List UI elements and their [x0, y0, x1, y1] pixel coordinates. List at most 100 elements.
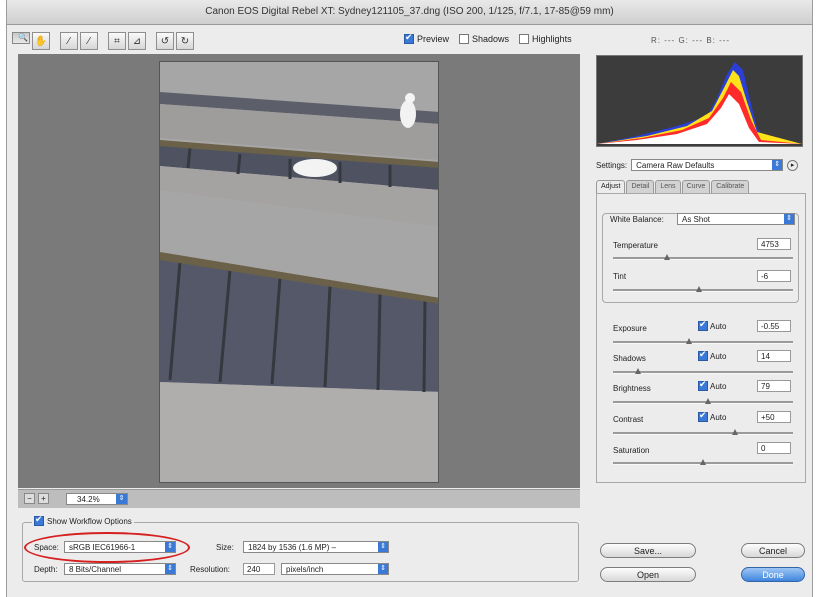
size-value: 1824 by 1536 (1.6 MP) – [248, 543, 337, 552]
exposure-label: Exposure [613, 324, 647, 333]
settings-menu-button[interactable]: ▸ [787, 159, 799, 171]
size-select[interactable]: 1824 by 1536 (1.6 MP) – ⇕ [243, 541, 389, 553]
temperature-field[interactable]: 4753 [757, 238, 791, 250]
show-workflow-label: Show Workflow Options [47, 516, 132, 526]
shadows-slider-thumb[interactable] [635, 368, 642, 374]
zoom-value: 34.2% [77, 495, 100, 504]
preview-label: Preview [417, 34, 450, 44]
show-workflow-checkbox[interactable]: Show Workflow Options [32, 514, 134, 526]
done-button[interactable]: Done [741, 567, 805, 582]
white-balance-icon: ⁄ [68, 35, 70, 47]
settings-row: Settings: Camera Raw Defaults ⇕ ▸ [596, 158, 806, 172]
shadows-checkbox[interactable]: Shadows [459, 34, 509, 44]
tab-curve[interactable]: Curve [681, 180, 711, 193]
tint-slider-track[interactable] [613, 289, 793, 292]
depth-label: Depth: [34, 565, 58, 574]
exposure-auto-checkbox[interactable]: Auto [698, 319, 726, 331]
tint-label: Tint [613, 272, 627, 281]
settings-select[interactable]: Camera Raw Defaults ⇕ [631, 159, 784, 171]
contrast-slider-thumb[interactable] [732, 429, 739, 435]
rotate-left-icon: ↺ [160, 35, 170, 47]
size-label: Size: [216, 543, 234, 552]
contrast-auto-box[interactable] [698, 410, 708, 422]
brightness-auto-label: Auto [710, 381, 727, 391]
highlights-check-box[interactable] [519, 34, 530, 44]
brightness-auto-checkbox[interactable]: Auto [698, 379, 727, 391]
contrast-auto-checkbox[interactable]: Auto [698, 410, 726, 422]
saturation-field[interactable]: 0 [757, 442, 791, 454]
preview-photo[interactable] [159, 61, 439, 483]
brightness-field[interactable]: 79 [757, 380, 791, 392]
brightness-label: Brightness [613, 384, 651, 393]
chevron-down-icon: ⇕ [378, 564, 388, 574]
tint-field[interactable]: -6 [757, 270, 791, 282]
tab-detail[interactable]: Detail [626, 180, 655, 193]
brightness-slider-thumb[interactable] [705, 398, 712, 404]
crop-tool[interactable]: ⌗ [108, 32, 126, 50]
straighten-tool[interactable]: ⊿ [128, 32, 146, 50]
preview-check-box[interactable] [404, 32, 414, 44]
zoom-in-button[interactable]: + [38, 493, 49, 504]
hand-tool[interactable]: ✋ [32, 32, 50, 50]
tool-strip: 🔍 ✋ ⁄ ⁄ ⌗ ⊿ ↺ ↻ [12, 32, 194, 50]
temperature-slider-track[interactable] [613, 257, 793, 260]
shadows-field[interactable]: 14 [757, 350, 791, 362]
shadows-auto-checkbox[interactable]: Auto [698, 349, 727, 361]
tab-calibrate[interactable]: Calibrate [711, 180, 750, 193]
exposure-field[interactable]: -0.55 [757, 320, 791, 332]
white-balance-select[interactable]: As Shot ⇕ [677, 213, 795, 225]
shadows-auto-label: Auto [710, 351, 727, 361]
zoom-out-button[interactable]: − [24, 493, 35, 504]
brightness-auto-box[interactable] [698, 379, 708, 391]
brightness-slider-track[interactable] [613, 401, 793, 404]
tab-adjust[interactable]: Adjust [596, 180, 626, 193]
color-sampler-icon: ⁄ [88, 35, 90, 47]
white-balance-value: As Shot [682, 215, 711, 224]
exposure-slider-track[interactable] [613, 341, 793, 344]
color-sampler-tool[interactable]: ⁄ [80, 32, 98, 50]
cancel-button[interactable]: Cancel [741, 543, 805, 558]
rotate-right-button[interactable]: ↻ [176, 32, 194, 50]
chevron-down-icon: ⇕ [116, 494, 127, 504]
photo-stairs-seagulls [160, 62, 438, 482]
view-options: Preview Shadows Highlights [404, 32, 572, 44]
contrast-field[interactable]: +50 [757, 411, 791, 423]
chevron-down-icon: ⇕ [378, 542, 388, 552]
rotate-left-button[interactable]: ↺ [156, 32, 174, 50]
shadows-auto-box[interactable] [698, 349, 708, 361]
depth-select[interactable]: 8 Bits/Channel ⇕ [64, 563, 176, 575]
white-balance-tool[interactable]: ⁄ [60, 32, 78, 50]
highlight-circle [24, 532, 190, 563]
histogram [596, 55, 803, 147]
contrast-slider-track[interactable] [613, 432, 793, 435]
saturation-slider-thumb[interactable] [700, 459, 706, 465]
exposure-auto-box[interactable] [698, 319, 708, 331]
crop-icon: ⌗ [114, 35, 120, 47]
highlights-checkbox[interactable]: Highlights [519, 34, 572, 44]
tab-lens[interactable]: Lens [655, 180, 681, 193]
open-button[interactable]: Open [600, 567, 696, 582]
chevron-down-icon: ⇕ [165, 564, 175, 574]
chevron-down-icon: ⇕ [772, 160, 783, 170]
settings-label: Settings: [596, 160, 628, 170]
resolution-unit-value: pixels/inch [286, 565, 324, 574]
depth-value: 8 Bits/Channel [69, 565, 122, 574]
settings-value: Camera Raw Defaults [636, 161, 715, 170]
temperature-label: Temperature [613, 241, 658, 250]
contrast-label: Contrast [613, 415, 644, 424]
exposure-slider-thumb[interactable] [685, 338, 692, 344]
tint-slider-thumb[interactable] [696, 286, 703, 292]
zoom-tool[interactable]: 🔍 [12, 32, 30, 44]
zoom-select[interactable]: 34.2% ⇕ [66, 493, 128, 505]
resolution-field[interactable]: 240 [243, 563, 275, 575]
save-button[interactable]: Save... [600, 543, 696, 558]
histogram-graph [597, 62, 802, 144]
shadows-label: Shadows [613, 354, 646, 363]
window-title: Canon EOS Digital Rebel XT: Sydney121105… [7, 0, 812, 25]
shadows-check-box[interactable] [459, 34, 470, 44]
resolution-unit-select[interactable]: pixels/inch ⇕ [281, 563, 389, 575]
preview-checkbox[interactable]: Preview [404, 32, 450, 44]
temperature-slider-thumb[interactable] [664, 254, 670, 260]
show-workflow-box[interactable] [34, 514, 44, 526]
zoom-icon: 🔍 [18, 33, 28, 42]
